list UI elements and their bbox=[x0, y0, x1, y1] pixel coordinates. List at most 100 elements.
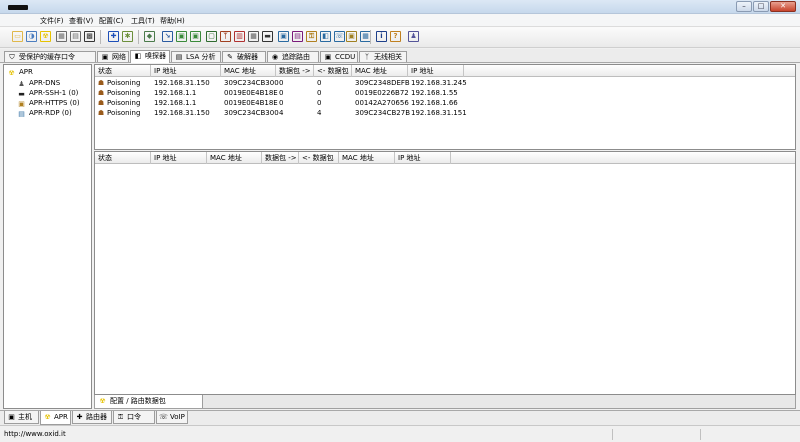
tree-item-apr-ssh[interactable]: ▬ APR-SSH-1 (0) bbox=[17, 89, 78, 98]
col-ip-2[interactable]: IP 地址 bbox=[395, 152, 451, 164]
menu-tools[interactable]: 工具(T) bbox=[131, 16, 155, 26]
tab-wireless[interactable]: ᛉ 无线相关 bbox=[359, 51, 407, 62]
toolbar-separator bbox=[138, 30, 139, 44]
scan-icon[interactable]: ▤ bbox=[70, 31, 81, 42]
tree-item-apr-https[interactable]: ▣ APR-HTTPS (0) bbox=[17, 99, 79, 108]
table-cell: Poisoning bbox=[107, 89, 141, 97]
table-cell: 4 bbox=[279, 109, 284, 117]
phone-icon: ☏ bbox=[159, 413, 168, 421]
menu-view[interactable]: 查看(V) bbox=[69, 16, 93, 26]
tab-cached-passwords[interactable]: ⛉ 受保护的缓存口令 bbox=[4, 51, 96, 62]
col-ip-1[interactable]: IP 地址 bbox=[151, 65, 221, 77]
tab-cracker[interactable]: ✎ 破解器 bbox=[222, 51, 266, 62]
chart-icon[interactable]: ▥ bbox=[234, 31, 245, 42]
toolbar: ▭ ◑ ☢ ▦ ▤ ▩ ✚ ✱ ◆ ↘ ▣ ▣ ▢ ᛉ ▥ ▦ ▬ ▣ ▤ ⚿ ◧ ☏ ▣ ▦ i? ♟ bbox=[0, 27, 800, 48]
tree-item-apr-rdp[interactable]: ▤ APR-RDP (0) bbox=[17, 109, 72, 118]
voip-icon[interactable]: ☏ bbox=[334, 31, 345, 42]
user-icon[interactable]: ♟ bbox=[408, 31, 419, 42]
col-mac-1[interactable]: MAC 地址 bbox=[221, 65, 276, 77]
col-status[interactable]: 状态 bbox=[95, 152, 151, 164]
tab-routers[interactable]: ✚ 路由器 bbox=[72, 411, 112, 424]
col-mac-2[interactable]: MAC 地址 bbox=[339, 152, 395, 164]
apr-pairs-table: 状态 IP 地址 MAC 地址 数据包 -> <- 数据包 MAC 地址 IP … bbox=[94, 64, 796, 150]
tab-hosts[interactable]: ▣ 主机 bbox=[4, 411, 39, 424]
table-cell: 192.168.31.150 bbox=[154, 79, 210, 87]
qr-icon[interactable]: ▩ bbox=[84, 31, 95, 42]
certificate-icon[interactable]: ◆ bbox=[144, 31, 155, 42]
table-row[interactable]: ☗ Poisoning 192.168.1.1 0019E0E4B18E 0 0 0019E… bbox=[95, 88, 795, 98]
tab-config-routing[interactable]: ☢ 配置 / 路由数据包 bbox=[95, 395, 203, 408]
cisco-icon[interactable]: ▤ bbox=[292, 31, 303, 42]
col-packets-in[interactable]: <- 数据包 bbox=[314, 65, 352, 77]
table-cell: 192.168.1.1 bbox=[154, 89, 197, 97]
key-icon[interactable]: ⚿ bbox=[306, 31, 317, 42]
menu-bar: 文件(F) 查看(V) 配置(C) 工具(T) 帮助(H) bbox=[0, 14, 800, 27]
maximize-button[interactable]: □ bbox=[753, 1, 769, 12]
menu-file[interactable]: 文件(F) bbox=[40, 16, 64, 26]
menu-config[interactable]: 配置(C) bbox=[99, 16, 123, 26]
tab-lsa[interactable]: ▤ LSA 分析 bbox=[171, 51, 221, 62]
table-row[interactable]: ☗ Poisoning 192.168.31.150 309C234CB300 4 4 30… bbox=[95, 108, 795, 118]
host-icon: ▣ bbox=[8, 413, 15, 421]
table-cell: 00142A270656 bbox=[355, 99, 409, 107]
ccdu-icon: ▣ bbox=[324, 53, 332, 61]
col-packets-out[interactable]: 数据包 -> bbox=[262, 152, 299, 164]
col-packets-in[interactable]: <- 数据包 bbox=[299, 152, 339, 164]
tree-item-apr-dns[interactable]: ♟ APR-DNS bbox=[17, 79, 60, 88]
tab-sniffer[interactable]: ◧ 嗅探器 bbox=[130, 50, 170, 63]
device-icon[interactable]: ▣ bbox=[278, 31, 289, 42]
tab-passwords[interactable]: ⚿ 口令 bbox=[113, 411, 155, 424]
decode-icon[interactable]: ◧ bbox=[320, 31, 331, 42]
poisoning-icon: ☗ bbox=[97, 99, 105, 107]
toolbar-separator bbox=[370, 30, 371, 44]
info-icon[interactable]: i bbox=[376, 31, 387, 42]
col-mac-1[interactable]: MAC 地址 bbox=[207, 152, 262, 164]
wireless-icon: ᛉ bbox=[364, 53, 370, 61]
tab-voip[interactable]: ☏ VoIP bbox=[156, 411, 188, 424]
lock-icon[interactable]: ▣ bbox=[346, 31, 357, 42]
help-icon[interactable]: ? bbox=[390, 31, 401, 42]
monitor-icon[interactable]: ▢ bbox=[206, 31, 217, 42]
table-cell: 192.168.31.151 bbox=[411, 109, 467, 117]
col-packets-out[interactable]: 数据包 -> bbox=[276, 65, 314, 77]
sniffer-icon[interactable]: ◑ bbox=[26, 31, 37, 42]
lsa-icon[interactable]: ▣ bbox=[176, 31, 187, 42]
router-icon: ✚ bbox=[76, 413, 83, 421]
inner-tab-strip: ☢ 配置 / 路由数据包 bbox=[94, 395, 796, 409]
col-ip-1[interactable]: IP 地址 bbox=[151, 152, 207, 164]
status-divider bbox=[700, 429, 701, 440]
minimize-button[interactable]: – bbox=[736, 1, 752, 12]
network-icon: ▣ bbox=[101, 53, 109, 61]
wireless-icon[interactable]: ᛉ bbox=[220, 31, 231, 42]
apr-icon[interactable]: ☢ bbox=[40, 31, 51, 42]
route-icon[interactable]: ↘ bbox=[162, 31, 173, 42]
close-button[interactable]: ✕ bbox=[770, 1, 796, 12]
grid-icon[interactable]: ▦ bbox=[248, 31, 259, 42]
table-row[interactable]: ☗ Poisoning 192.168.31.150 309C234CB300 0 0 30… bbox=[95, 78, 795, 88]
table-cell: 0 bbox=[317, 89, 322, 97]
sniffer-icon: ◧ bbox=[134, 52, 142, 60]
col-ip-2[interactable]: IP 地址 bbox=[408, 65, 464, 77]
table-cell: 0019E0226B72 bbox=[355, 89, 409, 97]
add-icon[interactable]: ✚ bbox=[108, 31, 119, 42]
poisoning-icon: ☗ bbox=[97, 109, 105, 117]
col-mac-2[interactable]: MAC 地址 bbox=[352, 65, 408, 77]
tab-ccdu[interactable]: ▣ CCDU bbox=[320, 51, 358, 62]
table-row[interactable]: ☗ Poisoning 192.168.1.1 0019E0E4B18E 0 0 00142… bbox=[95, 98, 795, 108]
tab-apr[interactable]: ☢ APR bbox=[40, 411, 71, 425]
hash-icon[interactable]: ▣ bbox=[190, 31, 201, 42]
table-cell: 309C234CB300 bbox=[224, 79, 279, 87]
table-cell: Poisoning bbox=[107, 99, 141, 107]
tab-traceroute[interactable]: ◉ 追踪路由 bbox=[267, 51, 319, 62]
menu-help[interactable]: 帮助(H) bbox=[160, 16, 185, 26]
table-cell: 192.168.31.245 bbox=[411, 79, 467, 87]
col-status[interactable]: 状态 bbox=[95, 65, 151, 77]
open-folder-icon[interactable]: ▭ bbox=[12, 31, 23, 42]
display-icon[interactable]: ▬ bbox=[262, 31, 273, 42]
tree-root-apr[interactable]: ☢ APR bbox=[7, 68, 33, 77]
tab-network[interactable]: ▣ 网络 bbox=[97, 51, 129, 62]
network-icon[interactable]: ▦ bbox=[56, 31, 67, 42]
apr-tree: ☢ APR ♟ APR-DNS ▬ APR-SSH-1 (0) ▣ APR-HTTPS … bbox=[3, 64, 92, 409]
lock-icon: ▣ bbox=[18, 100, 25, 108]
settings-icon[interactable]: ✱ bbox=[122, 31, 133, 42]
